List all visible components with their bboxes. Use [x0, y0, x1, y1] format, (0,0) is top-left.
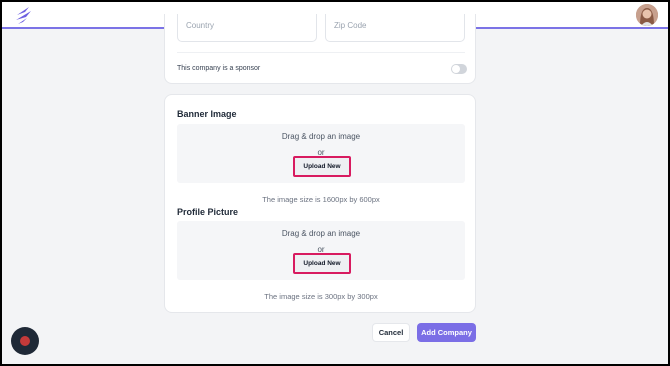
dropzone-drag-text: Drag & drop an image	[281, 229, 361, 238]
profile-upload-button[interactable]: Upload New	[293, 253, 351, 274]
add-company-button[interactable]: Add Company	[417, 323, 476, 342]
profile-size-note: The image size is 300px by 300px	[264, 292, 378, 301]
country-field[interactable]: Country	[177, 14, 317, 42]
cancel-button[interactable]: Cancel	[372, 323, 410, 342]
zip-code-field[interactable]: Zip Code	[325, 14, 465, 42]
address-card: Country Zip Code This company is a spons…	[164, 14, 476, 84]
images-card: Banner Image Drag & drop an image or Upl…	[164, 94, 476, 313]
banner-image-title: Banner Image	[177, 109, 237, 119]
avatar-icon	[636, 4, 658, 26]
banner-upload-button[interactable]: Upload New	[293, 156, 351, 177]
sponsor-label: This company is a sponsor	[177, 65, 261, 72]
record-button[interactable]	[11, 327, 39, 355]
profile-picture-title: Profile Picture	[177, 207, 239, 217]
banner-size-note: The image size is 1600px by 600px	[262, 195, 380, 204]
banner-dropzone[interactable]: Drag & drop an image or Upload New	[177, 124, 465, 183]
dropzone-drag-text: Drag & drop an image	[281, 132, 361, 141]
profile-dropzone[interactable]: Drag & drop an image or Upload New	[177, 221, 465, 280]
divider	[177, 52, 465, 53]
user-avatar[interactable]	[636, 4, 658, 26]
sponsor-toggle[interactable]	[451, 64, 467, 74]
record-icon	[20, 336, 30, 346]
app-window: Country Zip Code This company is a spons…	[2, 2, 668, 364]
toggle-knob	[452, 65, 460, 73]
brand-logo-icon[interactable]	[14, 6, 34, 25]
